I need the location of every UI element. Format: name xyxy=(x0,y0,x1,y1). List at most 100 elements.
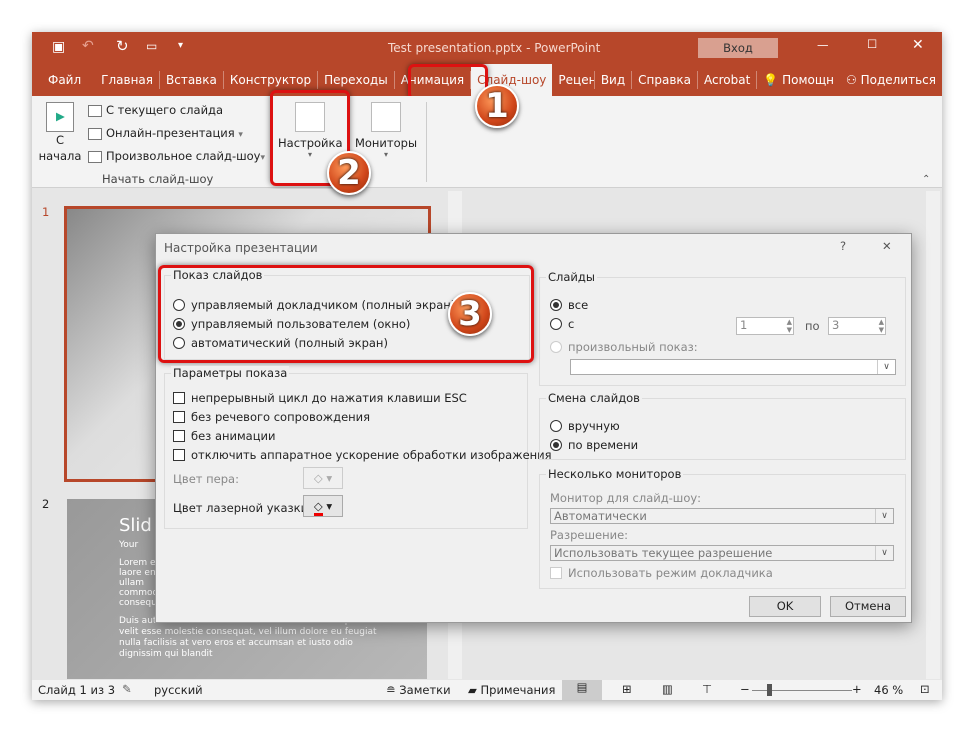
radio-all-slides[interactable]: все xyxy=(550,298,588,312)
slide-icon xyxy=(88,104,102,117)
laser-color-label: Цвет лазерной указки: xyxy=(173,501,312,515)
tab-file[interactable]: Файл xyxy=(42,71,87,89)
zoom-in-button[interactable]: + xyxy=(852,682,862,696)
group-slides: Слайды все с 1 ▲ ▼ по 3 ▲ ▼ произвольный пок… xyxy=(539,270,906,386)
tab-tell-me[interactable]: 💡 Помощн xyxy=(757,71,840,89)
group-label: Слайды xyxy=(546,270,597,284)
collapse-ribbon-icon[interactable]: ⌃ xyxy=(922,174,930,185)
to-slide-spinner[interactable]: 3 ▲ ▼ xyxy=(828,317,886,335)
radio-using-timings[interactable]: по времени xyxy=(550,438,638,452)
from-current-label: С текущего слайда xyxy=(106,103,224,117)
globe-slide-icon xyxy=(88,127,102,140)
slide-number: 1 xyxy=(42,205,50,219)
slide-sorter-button[interactable]: ⊞ xyxy=(622,682,632,696)
resolution-label: Разрешение: xyxy=(550,528,629,542)
radio-custom-show[interactable]: произвольный показ: xyxy=(550,340,698,354)
setup-show-dialog: Настройка презентации ? ✕ Показ слайдов … xyxy=(155,233,912,623)
laser-color-picker[interactable]: ◇ ▾ xyxy=(303,495,343,517)
to-label: по xyxy=(805,319,820,333)
checkbox-label: Использовать режим докладчика xyxy=(568,566,773,580)
checkbox-label: без анимации xyxy=(191,429,276,443)
cancel-button[interactable]: Отмена xyxy=(830,596,906,617)
checkbox-no-animation[interactable]: без анимации xyxy=(173,429,275,443)
tab-home[interactable]: Главная xyxy=(95,71,160,89)
share-label: Поделиться xyxy=(860,73,936,87)
status-bar: Слайд 1 из 3 ✎ русский ≘ Заметки ▰ Приме… xyxy=(32,680,942,700)
custom-slideshow-button[interactable]: Произвольное слайд-шоу▾ xyxy=(88,149,265,163)
tab-review[interactable]: Рецензирование xyxy=(552,71,595,89)
fit-to-window-icon[interactable]: ⊡ xyxy=(920,682,930,696)
save-icon[interactable]: ▣ xyxy=(52,39,65,55)
normal-view-button[interactable]: ▤ xyxy=(562,680,602,700)
checkbox-disable-hw-accel[interactable]: отключить аппаратное ускорение обработки… xyxy=(173,448,552,462)
from-slide-spinner[interactable]: 1 ▲ ▼ xyxy=(736,317,794,335)
comments-button[interactable]: ▰ Примечания xyxy=(468,683,555,697)
customize-toolbar-icon[interactable]: ▾ xyxy=(178,40,183,51)
online-presentation-button[interactable]: Онлайн-презентация ▾ xyxy=(88,126,243,140)
minimize-button[interactable]: — xyxy=(817,38,829,52)
tell-me-label: Помощн xyxy=(782,73,835,87)
online-label: Онлайн-презентация xyxy=(106,126,235,140)
radio-label: по времени xyxy=(568,438,639,452)
checkbox-presenter-view[interactable]: Использовать режим докладчика xyxy=(550,566,773,580)
undo-icon[interactable]: ↶ xyxy=(82,38,94,54)
custom-show-select[interactable]: ∨ xyxy=(570,359,896,375)
close-window-button[interactable]: ✕ xyxy=(912,37,924,53)
login-button[interactable]: Вход xyxy=(698,38,778,58)
checkbox xyxy=(173,392,185,404)
title-bar: ▣ ↶ ↻ ▭ ▾ Test presentation.pptx - Power… xyxy=(32,32,942,64)
redo-icon[interactable]: ↻ xyxy=(116,37,129,55)
language[interactable]: русский xyxy=(154,683,203,697)
monitors-label: Мониторы xyxy=(354,136,418,150)
maximize-button[interactable]: ☐ xyxy=(867,37,877,51)
chevron-down-icon: ∨ xyxy=(877,360,895,374)
radio-circle xyxy=(550,439,562,451)
tab-insert[interactable]: Вставка xyxy=(160,71,224,89)
radio-from-slide[interactable]: с xyxy=(550,317,574,331)
monitor-select[interactable]: Автоматически ∨ xyxy=(550,508,894,524)
checkbox-loop[interactable]: непрерывный цикл до нажатия клавиши ESC xyxy=(173,391,467,405)
pen-color-picker[interactable]: ◇ ▾ xyxy=(303,467,343,489)
group-label: Параметры показа xyxy=(171,366,290,380)
editor-scrollbar[interactable] xyxy=(926,191,940,679)
radio-circle xyxy=(550,420,562,432)
checkbox xyxy=(550,567,562,579)
checkbox-label: без речевого сопровождения xyxy=(191,410,371,424)
from-beginning-button[interactable]: ▶ С начала xyxy=(38,102,82,164)
checkbox xyxy=(173,430,185,442)
step-badge-3: 3 xyxy=(448,292,492,336)
share-button[interactable]: ⚇ Поделиться xyxy=(840,71,942,89)
monitor-label: Монитор для слайд-шоу: xyxy=(550,491,702,505)
spellcheck-icon[interactable]: ✎ xyxy=(122,682,132,696)
radio-label: вручную xyxy=(568,419,620,433)
monitors-button[interactable]: Мониторы ▾ xyxy=(352,102,420,159)
tab-design[interactable]: Конструктор xyxy=(224,71,319,89)
reading-view-button[interactable]: ▥ xyxy=(662,682,673,696)
checkbox xyxy=(173,411,185,423)
radio-label: с xyxy=(568,317,575,331)
zoom-slider-thumb[interactable] xyxy=(767,684,772,696)
radio-manually[interactable]: вручную xyxy=(550,419,620,433)
close-dialog-button[interactable]: ✕ xyxy=(882,239,892,253)
tab-transitions[interactable]: Переходы xyxy=(318,71,395,89)
radio-label: произвольный показ: xyxy=(568,340,698,354)
group-show-options: Параметры показа непрерывный цикл до наж… xyxy=(164,366,552,529)
tab-acrobat[interactable]: Acrobat xyxy=(698,71,758,89)
ok-button[interactable]: OK xyxy=(749,596,821,617)
zoom-level[interactable]: 46 % xyxy=(874,683,903,697)
divider xyxy=(426,102,427,182)
lightbulb-icon: 💡 xyxy=(763,73,783,87)
slideshow-start-icon[interactable]: ▭ xyxy=(146,39,157,53)
step-badge-1: 1 xyxy=(475,84,519,128)
zoom-out-button[interactable]: − xyxy=(740,682,750,696)
slideshow-view-button[interactable]: ⊤ xyxy=(702,682,712,696)
tab-help[interactable]: Справка xyxy=(632,71,699,89)
tab-view[interactable]: Вид xyxy=(595,71,633,89)
checkbox-label: отключить аппаратное ускорение обработки… xyxy=(191,448,552,462)
monitor-icon xyxy=(371,102,401,132)
help-button[interactable]: ? xyxy=(840,239,846,253)
checkbox-no-narration[interactable]: без речевого сопровождения xyxy=(173,410,370,424)
notes-button[interactable]: ≘ Заметки xyxy=(386,683,451,697)
resolution-select[interactable]: Использовать текущее разрешение ∨ xyxy=(550,545,894,561)
from-current-button[interactable]: С текущего слайда xyxy=(88,103,223,117)
